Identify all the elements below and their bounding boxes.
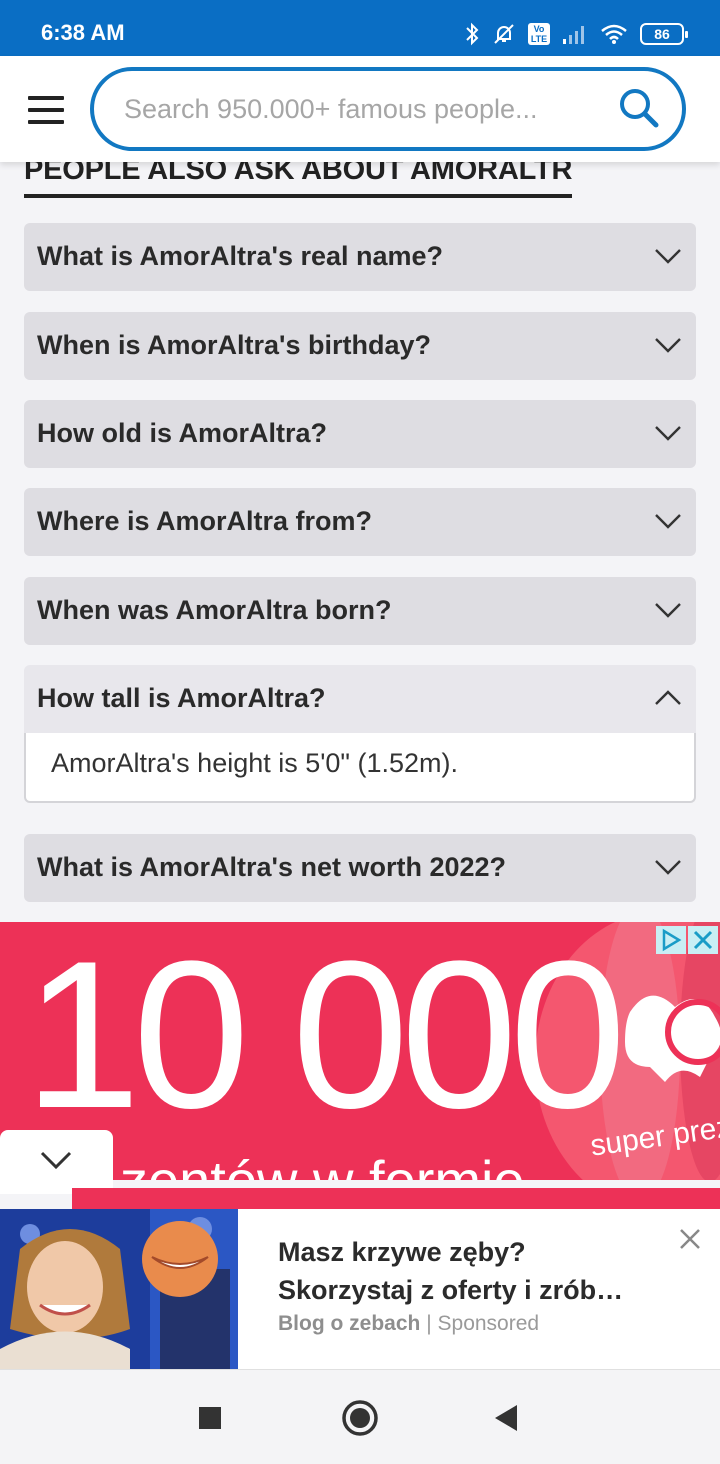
faq-answer-text: AmorAltra's height is 5'0" (1.52m).	[51, 748, 459, 778]
faq-item-birthday[interactable]: When is AmorAltra's birthday?	[24, 312, 696, 380]
faq-question: How tall is AmorAltra?	[37, 683, 326, 713]
ad-title-line-1: Masz krzywe zęby?	[278, 1237, 526, 1267]
faq-question: What is AmorAltra's real name?	[37, 241, 444, 271]
site-header	[0, 56, 720, 162]
chevron-down-icon	[655, 249, 681, 264]
search-input[interactable]	[124, 91, 594, 127]
faq-item-origin[interactable]: Where is AmorAltra from?	[24, 488, 696, 556]
chevron-down-icon	[655, 603, 681, 618]
faq-question: How old is AmorAltra?	[37, 418, 328, 448]
system-nav-bar	[0, 1369, 720, 1464]
chevron-up-icon	[655, 690, 681, 705]
ad-sub-text: zentów w formie	[120, 1148, 525, 1180]
status-bar: 6:38 AM Vo LTE 86	[0, 0, 720, 56]
faq-question: When was AmorAltra born?	[37, 595, 392, 625]
status-time: 6:38 AM	[41, 20, 125, 45]
faq-item-age[interactable]: How old is AmorAltra?	[24, 400, 696, 468]
recents-square-icon[interactable]	[198, 1406, 222, 1430]
close-icon[interactable]	[678, 1227, 702, 1251]
home-circle-icon[interactable]	[341, 1399, 379, 1437]
faq-item-height[interactable]: How tall is AmorAltra?	[24, 665, 696, 733]
notifications-off-icon	[494, 24, 514, 44]
faq-question: When is AmorAltra's birthday?	[37, 330, 431, 360]
battery-icon: 86	[640, 23, 688, 45]
chevron-down-icon	[655, 860, 681, 875]
adchoices-icon[interactable]	[656, 926, 686, 954]
ad-strip	[72, 1188, 720, 1210]
ad-big-text: 10 000	[24, 922, 626, 1152]
status-icons: Vo LTE 86	[464, 18, 688, 50]
faq-question: What is AmorAltra's net worth 2022?	[37, 852, 507, 882]
volte-icon: Vo LTE	[528, 23, 550, 45]
faq-item-net-worth[interactable]: What is AmorAltra's net worth 2022?	[24, 834, 696, 902]
ad-meta: Blog o zebach | Sponsored	[278, 1312, 539, 1336]
ad-separator: |	[426, 1312, 432, 1335]
chevron-down-icon	[655, 338, 681, 353]
ad-photo	[0, 1209, 238, 1369]
collapse-ad-tab[interactable]	[0, 1130, 113, 1194]
ad-sponsored-label: Sponsored	[437, 1312, 540, 1335]
faq-answer-height: AmorAltra's height is 5'0" (1.52m).	[24, 733, 696, 803]
bluetooth-icon	[466, 22, 479, 46]
chevron-down-icon	[655, 426, 681, 441]
search-box[interactable]	[90, 67, 686, 151]
back-triangle-icon[interactable]	[494, 1404, 518, 1432]
faq-item-real-name[interactable]: What is AmorAltra's real name?	[24, 223, 696, 291]
faq-question: Where is AmorAltra from?	[37, 506, 373, 536]
ad-source: Blog o zebach	[278, 1312, 421, 1335]
ad-close-icon[interactable]	[688, 926, 718, 954]
search-icon[interactable]	[618, 87, 660, 129]
hamburger-menu-icon[interactable]	[28, 96, 64, 124]
chevron-down-icon	[655, 514, 681, 529]
signal-icon	[563, 26, 584, 44]
faq-item-born[interactable]: When was AmorAltra born?	[24, 577, 696, 645]
ad-title-line-2: Skorzystaj z oferty i zrób…	[278, 1275, 624, 1305]
wifi-icon	[601, 24, 627, 44]
native-ad[interactable]: Masz krzywe zęby? Skorzystaj z oferty i …	[0, 1209, 720, 1369]
chevron-down-icon	[40, 1151, 72, 1170]
ad-title[interactable]: Masz krzywe zęby? Skorzystaj z oferty i …	[278, 1233, 658, 1309]
